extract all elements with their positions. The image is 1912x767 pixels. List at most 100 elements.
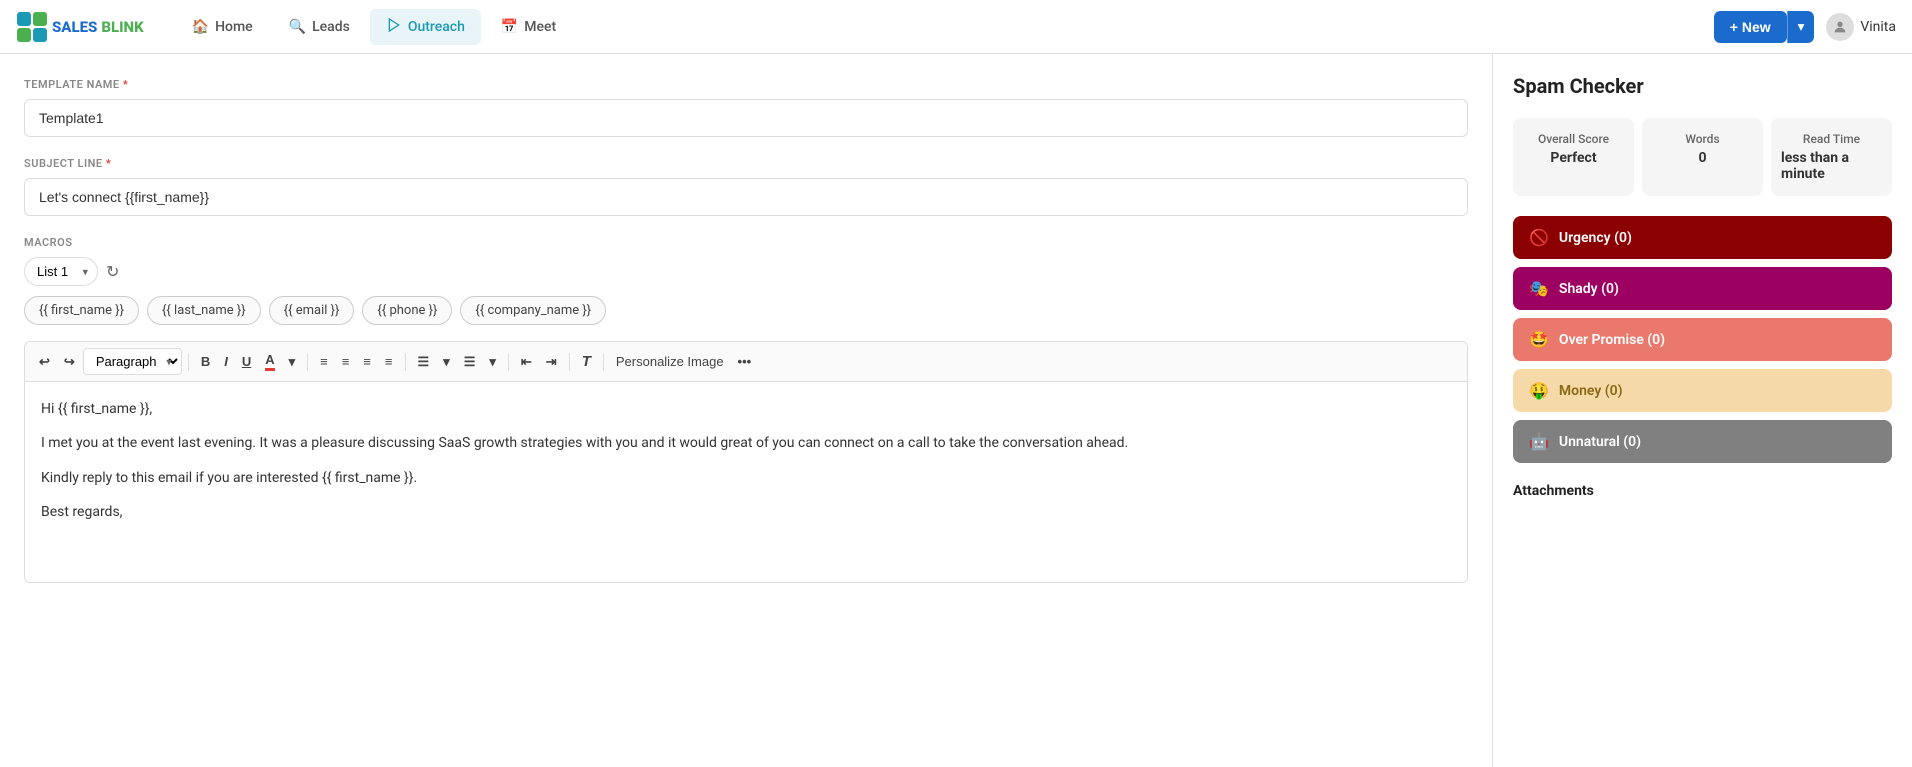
calendar-icon: 📅: [501, 19, 518, 35]
nav-leads-label: Leads: [312, 19, 350, 35]
refresh-button[interactable]: ↻: [106, 262, 119, 282]
separator2: [307, 353, 308, 371]
urgency-icon: 🚫: [1529, 228, 1549, 247]
template-name-group: TEMPLATE NAME *: [24, 78, 1468, 137]
new-button[interactable]: + New: [1714, 11, 1787, 43]
editor-toolbar: ↩ ↪ Paragraph B I U A ▾ ≡ ≡ ≡ ≡ ☰: [25, 342, 1467, 382]
user-menu[interactable]: Vinita: [1826, 13, 1896, 41]
logo-icon: [16, 11, 48, 43]
number-list-button[interactable]: ☰: [458, 350, 482, 374]
spam-bar-shady[interactable]: 🎭 Shady (0): [1513, 267, 1892, 310]
home-icon: 🏠: [192, 19, 209, 35]
spam-bar-urgency[interactable]: 🚫 Urgency (0): [1513, 216, 1892, 259]
nav-home-label: Home: [215, 19, 253, 35]
macro-tags: {{ first_name }} {{ last_name }} {{ emai…: [24, 296, 1468, 325]
read-time-card: Read Time less than a minute: [1771, 118, 1892, 196]
shady-icon: 🎭: [1529, 279, 1549, 298]
money-label: Money (0): [1559, 383, 1623, 399]
spam-bar-over-promise[interactable]: 🤩 Over Promise (0): [1513, 318, 1892, 361]
nav-outreach[interactable]: Outreach: [370, 9, 481, 45]
clear-format-button[interactable]: T: [576, 349, 597, 374]
words-value: 0: [1698, 150, 1706, 166]
spam-bar-money[interactable]: 🤑 Money (0): [1513, 369, 1892, 412]
overall-score-value: Perfect: [1550, 150, 1596, 166]
macros-label: MACROS: [24, 236, 1468, 249]
overall-score-card: Overall Score Perfect: [1513, 118, 1634, 196]
subject-line-label: SUBJECT LINE *: [24, 157, 1468, 170]
nav-home[interactable]: 🏠 Home: [176, 11, 269, 43]
more-options-button[interactable]: •••: [732, 350, 758, 373]
separator4: [508, 353, 509, 371]
logo-sales: SALES: [52, 18, 97, 36]
user-name: Vinita: [1860, 19, 1896, 35]
macro-tag-lastname[interactable]: {{ last_name }}: [147, 296, 261, 325]
search-icon: 🔍: [289, 19, 306, 35]
macro-tag-phone[interactable]: {{ phone }}: [362, 296, 452, 325]
undo-button[interactable]: ↩: [33, 350, 56, 374]
paragraph-select-wrapper: Paragraph: [83, 348, 182, 375]
words-label: Words: [1685, 132, 1719, 146]
urgency-label: Urgency (0): [1559, 230, 1632, 246]
required-mark2: *: [106, 157, 111, 170]
bullet-dropdown-button[interactable]: ▾: [437, 350, 456, 374]
separator5: [569, 353, 570, 371]
nav-leads[interactable]: 🔍 Leads: [273, 11, 366, 43]
nav-meet[interactable]: 📅 Meet: [485, 11, 572, 43]
logo-blink: BLINK: [101, 18, 143, 36]
macros-row: List 1 ↻: [24, 257, 1468, 286]
new-button-dropdown[interactable]: ▾: [1787, 11, 1815, 43]
template-name-input[interactable]: [24, 99, 1468, 137]
paragraph-select[interactable]: Paragraph: [83, 348, 182, 375]
score-cards: Overall Score Perfect Words 0 Read Time …: [1513, 118, 1892, 196]
macros-section: MACROS List 1 ↻ {{ first_name }} {{ last…: [24, 236, 1468, 325]
new-button-wrapper: + New ▾: [1714, 11, 1815, 43]
indent-less-button[interactable]: ⇤: [515, 350, 538, 374]
italic-button[interactable]: I: [218, 350, 234, 373]
spam-bars: 🚫 Urgency (0) 🎭 Shady (0) 🤩 Over Promise…: [1513, 216, 1892, 463]
avatar: [1826, 13, 1854, 41]
separator3: [405, 353, 406, 371]
number-dropdown-button[interactable]: ▾: [483, 350, 502, 374]
nav-outreach-label: Outreach: [408, 19, 465, 35]
editor-body[interactable]: Hi {{ first_name }}, I met you at the ev…: [25, 382, 1467, 582]
logo[interactable]: SALESBLINK: [16, 11, 144, 43]
macro-tag-email[interactable]: {{ email }}: [269, 296, 355, 325]
macro-select-wrapper: List 1: [24, 257, 98, 286]
left-panel: TEMPLATE NAME * SUBJECT LINE * MACROS Li…: [0, 54, 1492, 767]
navbar: SALESBLINK 🏠 Home 🔍 Leads Outreach 📅 Mee…: [0, 0, 1912, 54]
subject-line-input[interactable]: [24, 178, 1468, 216]
color-dropdown-button[interactable]: ▾: [283, 350, 302, 374]
macro-list-select[interactable]: List 1: [24, 257, 98, 286]
personalize-image-button[interactable]: Personalize Image: [610, 350, 730, 373]
outreach-icon: [386, 17, 402, 37]
redo-button[interactable]: ↪: [58, 350, 81, 374]
align-justify-button[interactable]: ≡: [379, 350, 399, 373]
main-container: TEMPLATE NAME * SUBJECT LINE * MACROS Li…: [0, 54, 1912, 767]
macro-tag-firstname[interactable]: {{ first_name }}: [24, 296, 139, 325]
money-icon: 🤑: [1529, 381, 1549, 400]
unnatural-label: Unnatural (0): [1559, 434, 1641, 450]
separator6: [603, 353, 604, 371]
bullet-list-button[interactable]: ☰: [412, 350, 436, 374]
over-promise-icon: 🤩: [1529, 330, 1549, 349]
separator1: [188, 353, 189, 371]
align-center-button[interactable]: ≡: [336, 350, 356, 373]
shady-label: Shady (0): [1559, 281, 1619, 297]
template-name-label: TEMPLATE NAME *: [24, 78, 1468, 91]
bold-button[interactable]: B: [195, 350, 216, 373]
text-color-button[interactable]: A: [259, 348, 280, 375]
underline-button[interactable]: U: [236, 350, 257, 373]
user-icon: [1832, 19, 1848, 35]
subject-line-group: SUBJECT LINE *: [24, 157, 1468, 216]
read-time-value: less than a minute: [1781, 150, 1882, 182]
macro-tag-company[interactable]: {{ company_name }}: [460, 296, 606, 325]
attachments-title: Attachments: [1513, 483, 1892, 499]
align-left-button[interactable]: ≡: [314, 350, 334, 373]
align-right-button[interactable]: ≡: [357, 350, 377, 373]
spam-bar-unnatural[interactable]: 🤖 Unnatural (0): [1513, 420, 1892, 463]
nav-items: 🏠 Home 🔍 Leads Outreach 📅 Meet: [176, 9, 1714, 45]
spam-checker-title: Spam Checker: [1513, 74, 1892, 98]
nav-meet-label: Meet: [524, 19, 556, 35]
indent-more-button[interactable]: ⇥: [540, 350, 563, 374]
read-time-label: Read Time: [1803, 132, 1860, 146]
